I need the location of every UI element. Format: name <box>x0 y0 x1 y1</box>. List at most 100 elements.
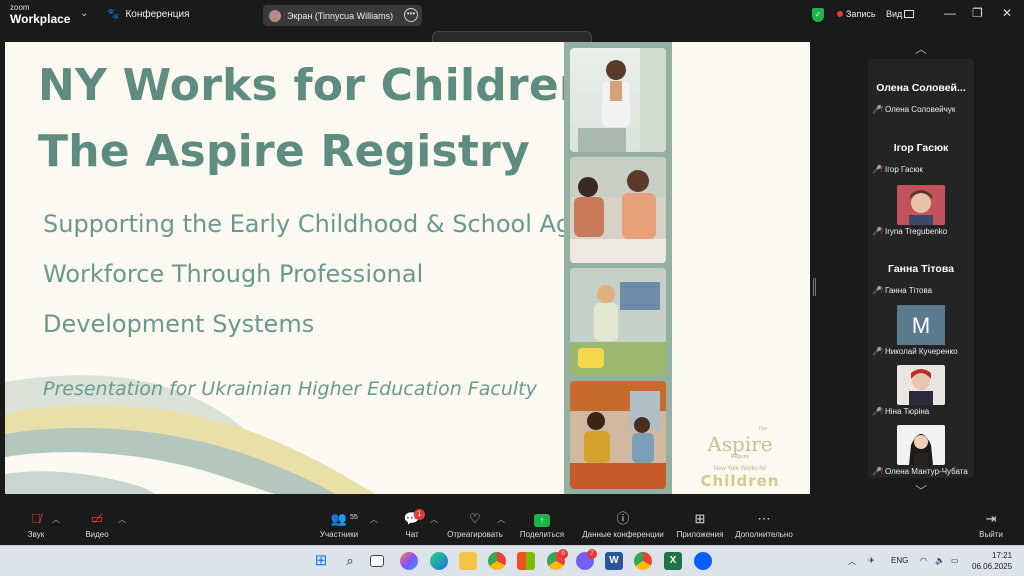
more-options-icon[interactable]: ••• <box>404 8 418 22</box>
avatar <box>269 9 281 22</box>
participant-label: 🎤̸ Iryna Tregubenko <box>872 227 947 236</box>
participant-tile[interactable]: 🎤̸ Олена Мантур-Чубата <box>868 419 974 477</box>
store-icon[interactable] <box>517 552 535 570</box>
participant-tile[interactable]: 🎤̸ Iryna Tregubenko <box>868 179 974 237</box>
system-clock[interactable]: 17:21 06.06.2025 <box>972 550 1012 572</box>
scroll-down-icon[interactable]: ﹀ <box>915 482 927 499</box>
mic-off-icon: 🎤̸ <box>872 347 882 356</box>
conference-label: Конференция <box>125 9 190 20</box>
video-button[interactable]: ▭̸ Видео <box>82 510 112 539</box>
slide-subtitle-line1: Supporting the Early Childhood & School … <box>43 210 586 238</box>
search-icon[interactable]: ⌕ <box>341 552 359 570</box>
mic-muted-icon: 🎙̸ <box>31 511 41 526</box>
view-button[interactable]: Вид <box>886 9 902 19</box>
participant-tile[interactable]: Ігор Гасюк 🎤̸ Ігор Гасюк <box>868 119 974 177</box>
apps-icon: ⊞ <box>694 511 706 526</box>
share-button[interactable]: ↑ Поделиться <box>518 510 566 539</box>
record-dot-icon <box>837 11 843 17</box>
participant-label: 🎤̸ Олена Соловейчук <box>872 105 955 114</box>
aspire-logo: The Aspire Registry New York Works for C… <box>695 426 785 490</box>
volume-icon[interactable]: 🔈 <box>935 556 945 565</box>
apps-button[interactable]: ⊞ Приложения <box>674 510 726 539</box>
participant-label: 🎤̸ Ніна Тюріна <box>872 407 929 416</box>
slide-photo-teacher <box>570 48 666 152</box>
excel-icon[interactable]: X <box>664 552 682 570</box>
shield-icon[interactable]: ✓ <box>812 8 824 22</box>
react-button[interactable]: ♡ Отреагировать <box>446 510 504 539</box>
screen-share-indicator[interactable]: Экран (Tinnycua Williams) ••• <box>263 5 422 26</box>
more-button[interactable]: ⋯ Дополнительно <box>732 510 796 539</box>
participant-tile[interactable]: Ганна Тітова 🎤̸ Ганна Тітова <box>868 239 974 297</box>
scroll-up-icon[interactable]: ︿ <box>915 40 927 57</box>
wifi-icon[interactable]: ◠ <box>920 556 927 565</box>
tray-app-icon[interactable]: ✈ <box>868 556 875 565</box>
minimize-icon[interactable]: — <box>944 6 956 20</box>
participant-tile[interactable]: M 🎤̸ Николай Кучеренко <box>868 299 974 357</box>
participant-name-small: Ігор Гасюк <box>884 165 923 174</box>
audio-label: Звук <box>27 530 45 539</box>
participant-initial-avatar: M <box>897 305 945 345</box>
participant-video <box>897 185 945 225</box>
windows-start-icon[interactable]: ⊞ <box>312 552 330 570</box>
logo-bottom-text: Workplace <box>10 12 71 26</box>
logo-top-text: zoom <box>10 3 30 12</box>
task-view-icon[interactable] <box>370 555 384 567</box>
participant-name-large: Олена Соловей... <box>876 82 966 94</box>
shared-screen: NY Works for Children & The Aspire Regis… <box>5 42 810 494</box>
participant-label: 🎤̸ Олена Мантур-Чубата <box>872 467 968 476</box>
panel-splitter-handle[interactable] <box>813 278 816 296</box>
participant-gallery: Олена Соловей... 🎤̸ Олена Соловейчук Ігор… <box>868 59 974 478</box>
audio-button[interactable]: 🎙̸ Звук <box>22 510 50 539</box>
chrome-second-icon[interactable] <box>634 552 652 570</box>
chat-label: Чат <box>405 530 419 539</box>
leave-button[interactable]: ⇥ Выйти <box>976 510 1006 539</box>
chevron-down-icon[interactable]: ⌄ <box>80 8 88 19</box>
more-icon: ⋯ <box>757 511 771 526</box>
meeting-info-button[interactable]: ⓘ Данные конференции <box>580 510 666 539</box>
logo-children-text: Children <box>700 472 780 490</box>
record-indicator[interactable]: Запись <box>837 9 876 19</box>
view-grid-icon[interactable] <box>904 10 914 18</box>
info-icon: ⓘ <box>616 511 630 526</box>
record-label: Запись <box>846 9 876 19</box>
audio-options-caret[interactable]: ︿ <box>52 514 60 525</box>
participant-tile[interactable]: 🎤̸ Ніна Тюріна <box>868 359 974 417</box>
mic-off-icon: 🎤̸ <box>872 227 882 236</box>
copilot-icon[interactable] <box>400 552 418 570</box>
share-label: Поделиться <box>519 530 565 539</box>
share-label: Экран (Tinnycua Williams) <box>287 10 394 21</box>
conference-menu[interactable]: 🐾 Конференция <box>107 9 190 20</box>
chat-options-caret[interactable]: ︿ <box>430 514 438 525</box>
mic-off-icon: 🎤̸ <box>872 165 882 174</box>
tray-overflow-icon[interactable]: ︿ <box>848 556 856 567</box>
participants-options-caret[interactable]: ︿ <box>370 514 378 525</box>
participant-tile[interactable]: Олена Соловей... 🎤̸ Олена Соловейчук <box>868 59 974 117</box>
slide-subtitle-line3: Development Systems <box>43 310 315 338</box>
react-label: Отреагировать <box>447 530 503 539</box>
mic-off-icon: 🎤̸ <box>872 467 882 476</box>
participant-name-large: Ігор Гасюк <box>893 142 949 154</box>
close-icon[interactable]: ✕ <box>1002 6 1012 20</box>
restore-icon[interactable]: ❐ <box>972 6 983 20</box>
slide-presentation-line: Presentation for Ukrainian Higher Educat… <box>43 378 537 400</box>
slide-photo-classroom <box>570 381 666 489</box>
slide-subtitle-line2: Workforce Through Professional <box>43 260 424 288</box>
react-options-caret[interactable]: ︿ <box>497 514 505 525</box>
chrome-icon[interactable] <box>488 552 506 570</box>
zoom-taskbar-icon[interactable] <box>694 552 712 570</box>
video-options-caret[interactable]: ︿ <box>118 514 126 525</box>
participants-label: Участники <box>319 530 359 539</box>
mic-off-icon: 🎤̸ <box>872 105 882 114</box>
file-explorer-icon[interactable] <box>459 552 477 570</box>
participant-name-small: Ніна Тюріна <box>884 407 930 416</box>
word-icon[interactable]: W <box>605 552 623 570</box>
battery-icon[interactable]: ▭ <box>951 556 959 565</box>
language-indicator[interactable]: ENG <box>891 556 908 565</box>
mic-off-icon: 🎤̸ <box>872 286 882 295</box>
participant-video <box>897 365 945 405</box>
clock-date: 06.06.2025 <box>972 562 1013 571</box>
participant-name-small: Олена Мантур-Чубата <box>884 467 968 476</box>
participant-name-small: Николай Кучеренко <box>884 347 958 356</box>
viber-badge: 7 <box>587 549 597 559</box>
edge-icon[interactable] <box>430 552 448 570</box>
